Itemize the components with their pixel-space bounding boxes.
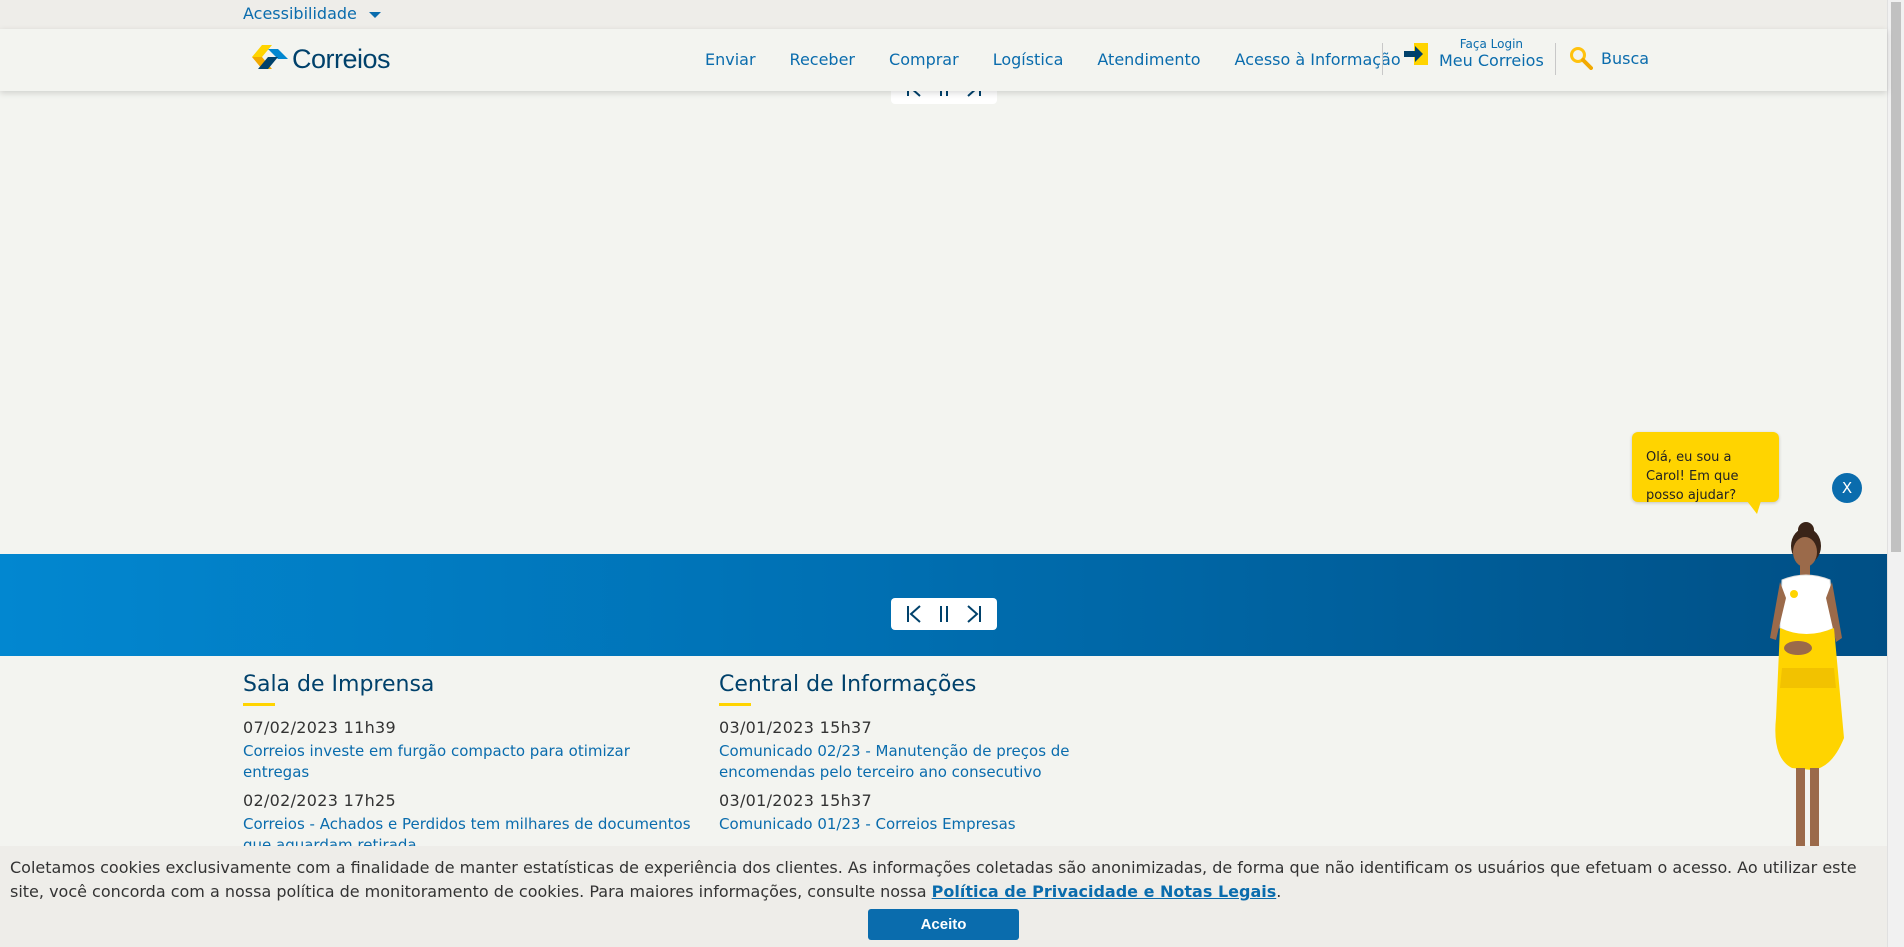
scrollbar-thumb[interactable]	[1891, 2, 1901, 552]
notice-date: 03/01/2023 15h37	[719, 791, 872, 810]
assistant-close-button[interactable]: X	[1832, 473, 1862, 503]
correios-logo[interactable]: Correios	[248, 43, 391, 75]
news-date: 02/02/2023 17h25	[243, 791, 396, 810]
notice-date: 03/01/2023 15h37	[719, 718, 872, 737]
notice-link[interactable]: Comunicado 01/23 - Correios Empresas	[719, 814, 1169, 835]
nav-logistica[interactable]: Logística	[993, 50, 1064, 69]
assistant-speech-bubble[interactable]: Olá, eu sou a Carol! Em que posso ajudar…	[1632, 432, 1779, 514]
page-scrollbar[interactable]	[1887, 0, 1904, 947]
cookie-period: .	[1276, 882, 1282, 901]
meu-correios-label[interactable]: Meu Correios	[1439, 51, 1544, 70]
nav-enviar[interactable]: Enviar	[705, 50, 756, 69]
cookie-text: Coletamos cookies exclusivamente com a f…	[10, 856, 1877, 904]
nav-acesso-informacao[interactable]: Acesso à Informação	[1235, 50, 1401, 69]
divider	[1555, 43, 1556, 75]
pause-icon[interactable]	[933, 603, 955, 625]
login-hint[interactable]: Faça Login	[1439, 38, 1544, 51]
info-center: Central de Informações 03/01/2023 15h37 …	[719, 672, 1169, 843]
title-underline	[243, 703, 275, 706]
meu-correios-login[interactable]: Faça Login Meu Correios	[1403, 38, 1544, 70]
title-underline	[719, 703, 751, 706]
banner-carousel-controls	[891, 598, 997, 630]
press-room-title: Sala de Imprensa	[243, 672, 435, 697]
search-label[interactable]: Busca	[1601, 49, 1649, 68]
info-center-title: Central de Informações	[719, 672, 977, 697]
divider	[1382, 43, 1383, 75]
correios-logo-mark-icon	[252, 45, 288, 69]
press-room: Sala de Imprensa 07/02/2023 11h39 Correi…	[243, 672, 693, 864]
news-date: 07/02/2023 11h39	[243, 718, 396, 737]
assistant-message[interactable]: Olá, eu sou a Carol! Em que posso ajudar…	[1646, 450, 1739, 503]
nav-atendimento[interactable]: Atendimento	[1097, 50, 1200, 69]
nav-comprar[interactable]: Comprar	[889, 50, 959, 69]
previous-icon[interactable]	[903, 603, 925, 625]
assistant-carol-avatar[interactable]	[1752, 518, 1862, 848]
login-arrow-icon	[1404, 43, 1428, 65]
cookie-banner: Coletamos cookies exclusivamente com a f…	[0, 846, 1887, 947]
magnifier-icon	[1570, 47, 1593, 70]
accessibility-bar: Acessibilidade	[0, 0, 1887, 29]
caret-down-icon[interactable]	[368, 11, 381, 18]
notice-link[interactable]: Comunicado 02/23 - Manutenção de preços …	[719, 741, 1169, 783]
next-icon[interactable]	[963, 603, 985, 625]
privacy-policy-link[interactable]: Política de Privacidade e Notas Legais	[932, 882, 1277, 901]
news-link[interactable]: Correios investe em furgão compacto para…	[243, 741, 693, 783]
accept-cookies-button[interactable]: Aceito	[868, 909, 1019, 940]
search-button[interactable]: Busca	[1569, 46, 1649, 70]
site-header: Correios Enviar Receber Comprar Logístic…	[0, 29, 1887, 91]
accessibility-menu[interactable]: Acessibilidade	[243, 4, 381, 23]
accessibility-label[interactable]: Acessibilidade	[243, 4, 357, 23]
main-nav: Enviar Receber Comprar Logística Atendim…	[705, 50, 1435, 69]
logo-text: Correios	[292, 43, 391, 74]
nav-receber[interactable]: Receber	[790, 50, 855, 69]
